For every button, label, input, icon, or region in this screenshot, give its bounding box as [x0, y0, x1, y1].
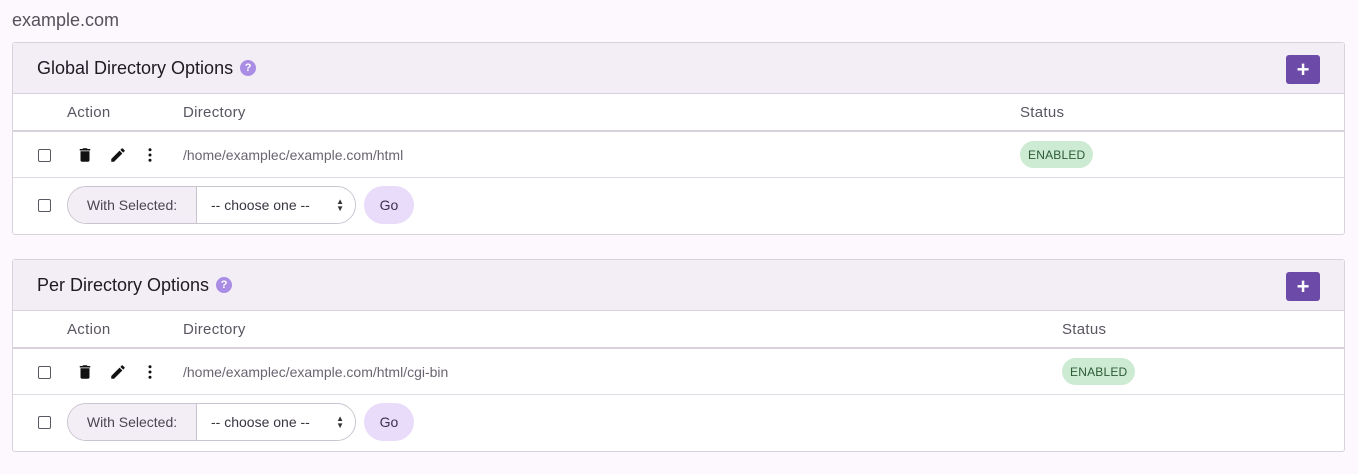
panel-title: Global Directory Options — [37, 57, 234, 78]
with-selected-label: With Selected: — [68, 404, 197, 440]
bulk-actions-row: With Selected: -- choose one -- ▲ ▼ Go — [13, 178, 1344, 233]
more-vertical-icon[interactable] — [141, 363, 159, 381]
select-all-checkbox[interactable] — [38, 416, 51, 429]
table-header: Action Directory Status — [13, 94, 1344, 132]
column-header-status: Status — [1020, 104, 1065, 121]
help-icon[interactable]: ? — [216, 277, 233, 293]
pencil-icon[interactable] — [109, 146, 127, 164]
more-vertical-icon[interactable] — [141, 146, 159, 164]
column-header-directory: Directory — [183, 104, 246, 121]
add-button[interactable]: + — [1286, 55, 1320, 84]
with-selected-group: With Selected: -- choose one -- ▲ ▼ — [67, 403, 356, 441]
add-button[interactable]: + — [1286, 272, 1320, 301]
go-button[interactable]: Go — [364, 403, 414, 441]
help-icon[interactable]: ? — [240, 60, 257, 76]
bulk-actions-row: With Selected: -- choose one -- ▲ ▼ Go — [13, 395, 1344, 450]
select-value: -- choose one -- — [211, 197, 310, 213]
column-header-directory: Directory — [183, 321, 246, 338]
select-arrows-icon: ▲ ▼ — [336, 197, 344, 213]
row-checkbox[interactable] — [38, 366, 51, 379]
column-header-status: Status — [1062, 321, 1107, 338]
go-button[interactable]: Go — [364, 186, 414, 224]
panel-header: Per Directory Options ? + — [13, 260, 1344, 311]
select-value: -- choose one -- — [211, 414, 310, 430]
global-directory-options-panel: Global Directory Options ? + Action Dire… — [12, 42, 1345, 235]
panel-title: Per Directory Options — [37, 274, 210, 295]
domain-title: example.com — [12, 10, 120, 30]
per-directory-options-panel: Per Directory Options ? + Action Directo… — [12, 259, 1345, 452]
pencil-icon[interactable] — [109, 363, 127, 381]
with-selected-label: With Selected: — [68, 187, 197, 223]
table-header: Action Directory Status — [13, 311, 1344, 349]
trash-icon[interactable] — [76, 363, 94, 381]
bulk-action-select[interactable]: -- choose one -- ▲ ▼ — [197, 187, 355, 223]
panel-header: Global Directory Options ? + — [13, 43, 1344, 94]
bulk-action-select[interactable]: -- choose one -- ▲ ▼ — [197, 404, 355, 440]
status-badge: ENABLED — [1062, 358, 1136, 385]
table-row: /home/examplec/example.com/html/cgi-bin … — [13, 349, 1344, 395]
status-badge: ENABLED — [1020, 141, 1094, 168]
column-header-action: Action — [67, 104, 111, 121]
column-header-action: Action — [67, 321, 111, 338]
row-checkbox[interactable] — [38, 149, 51, 162]
select-arrows-icon: ▲ ▼ — [336, 414, 344, 430]
with-selected-group: With Selected: -- choose one -- ▲ ▼ — [67, 186, 356, 224]
select-all-checkbox[interactable] — [38, 199, 51, 212]
directory-path: /home/examplec/example.com/html/cgi-bin — [183, 364, 449, 380]
table-row: /home/examplec/example.com/html ENABLED — [13, 132, 1344, 178]
trash-icon[interactable] — [76, 146, 94, 164]
directory-path: /home/examplec/example.com/html — [183, 147, 404, 163]
